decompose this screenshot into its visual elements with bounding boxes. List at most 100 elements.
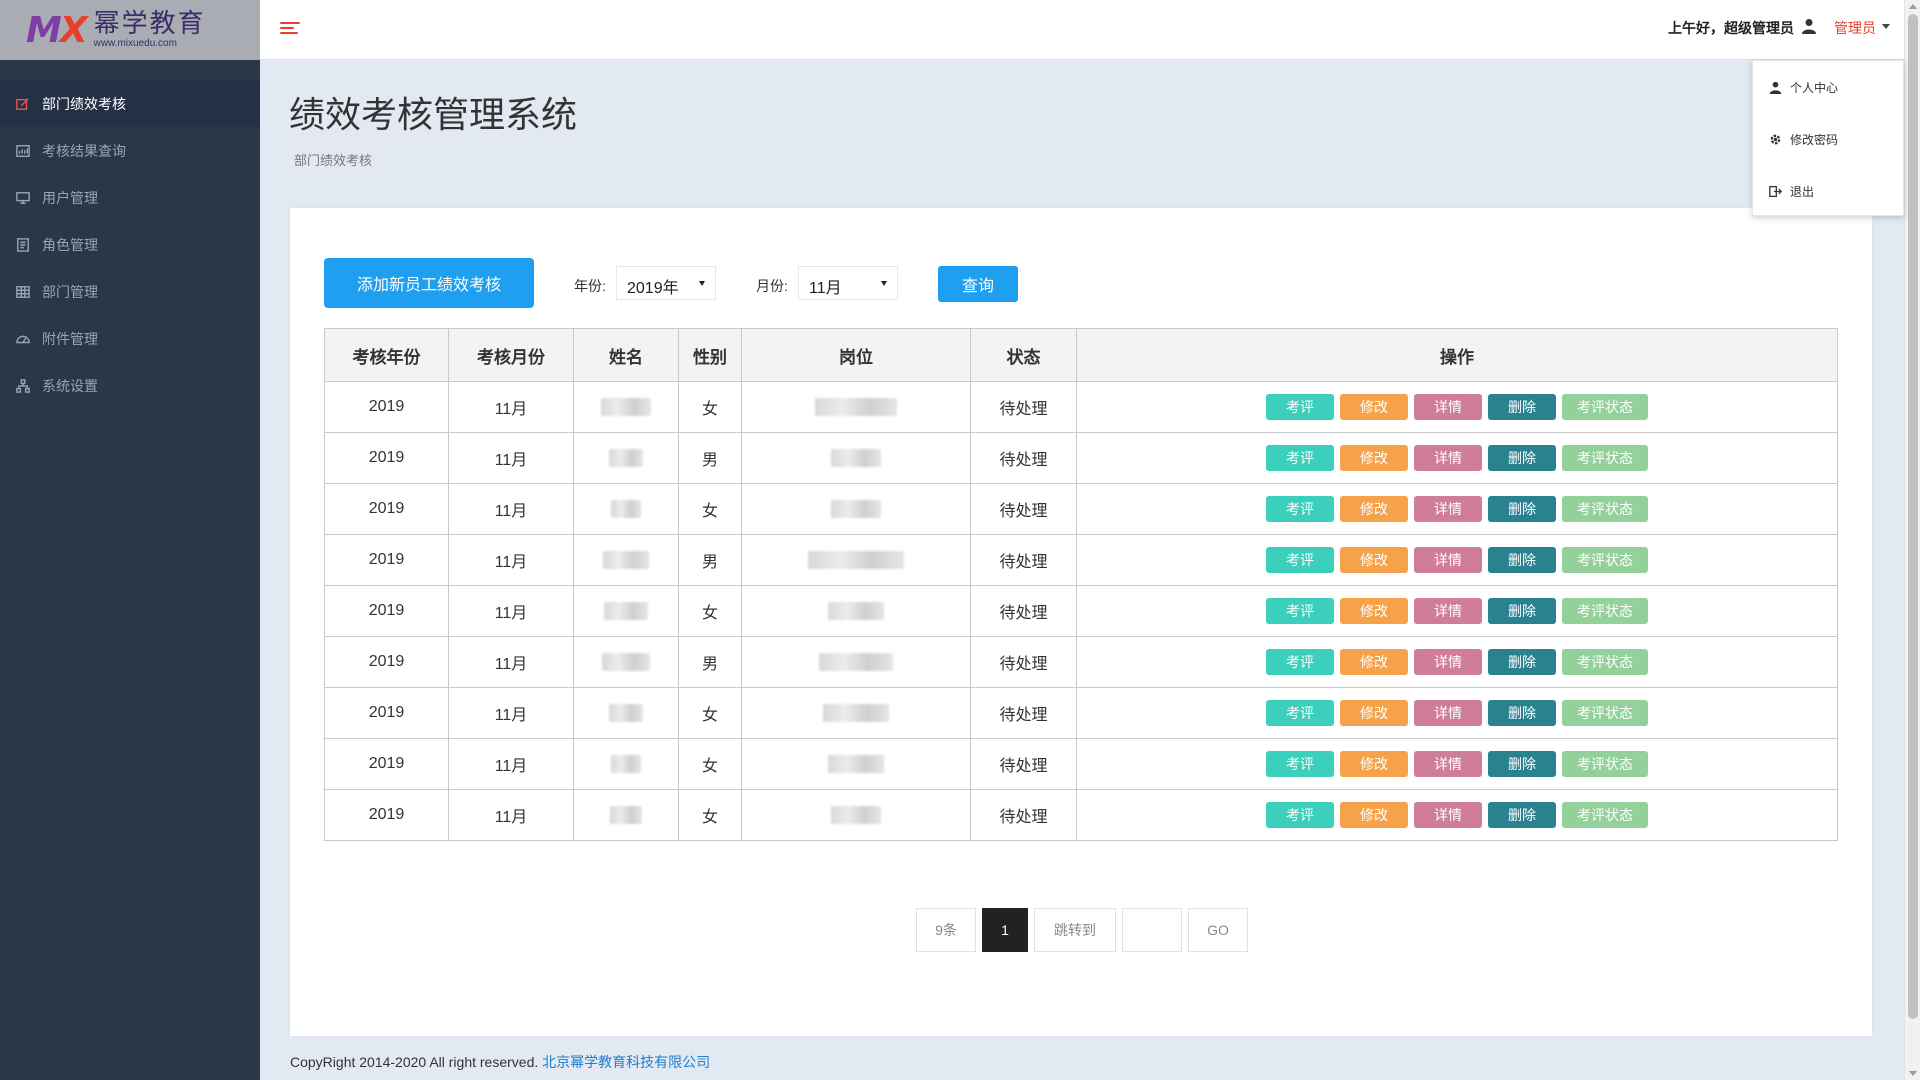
cell-year: 2019	[324, 432, 449, 484]
evaluate-button[interactable]: 考评	[1266, 598, 1334, 624]
detail-button[interactable]: 详情	[1414, 496, 1482, 522]
evaluate-button[interactable]: 考评	[1266, 496, 1334, 522]
month-select[interactable]: 11月	[798, 266, 898, 300]
detail-button[interactable]: 详情	[1414, 547, 1482, 573]
dropdown-label: 个人中心	[1790, 80, 1839, 95]
page-scrollbar[interactable]	[1904, 0, 1920, 1080]
evaluate-button[interactable]: 考评	[1266, 547, 1334, 573]
logo-mark: MX	[26, 10, 88, 51]
detail-button[interactable]: 详情	[1414, 598, 1482, 624]
sidebar-item-2[interactable]: 考核结果查询	[0, 127, 260, 174]
scroll-down-icon[interactable]	[1909, 1071, 1917, 1076]
cell-month: 11月	[448, 534, 574, 586]
delete-button[interactable]: 删除	[1488, 649, 1556, 675]
logo[interactable]: MX 幂学教育 www.mixuedu.com	[0, 0, 260, 60]
sidebar-item-4[interactable]: 角色管理	[0, 221, 260, 268]
evaluation-status-button[interactable]: 考评状态	[1562, 547, 1648, 573]
evaluation-status-button[interactable]: 考评状态	[1562, 496, 1648, 522]
delete-button[interactable]: 删除	[1488, 802, 1556, 828]
dropdown-item-logout[interactable]: 退出	[1753, 165, 1903, 217]
year-select[interactable]: 2019年	[616, 266, 716, 300]
col-header-name: 姓名	[573, 328, 679, 382]
menu-toggle-icon[interactable]	[280, 22, 300, 38]
delete-button[interactable]: 删除	[1488, 445, 1556, 471]
edit-button[interactable]: 修改	[1340, 649, 1408, 675]
dropdown-item-profile[interactable]: 个人中心	[1753, 61, 1903, 113]
query-button[interactable]: 查询	[938, 266, 1018, 302]
scroll-up-icon[interactable]	[1909, 4, 1917, 9]
sidebar-item-7[interactable]: 系统设置	[0, 362, 260, 409]
cell-position	[741, 381, 971, 433]
cell-name	[573, 738, 679, 790]
cell-status: 待处理	[970, 432, 1077, 484]
pagination-go-button[interactable]: GO	[1188, 908, 1248, 952]
cell-gender: 女	[678, 483, 742, 535]
evaluation-status-button[interactable]: 考评状态	[1562, 598, 1648, 624]
scrollbar-thumb[interactable]	[1908, 14, 1918, 1019]
redacted-name	[601, 397, 651, 416]
sidebar-item-5[interactable]: 部门管理	[0, 268, 260, 315]
evaluation-status-button[interactable]: 考评状态	[1562, 700, 1648, 726]
evaluate-button[interactable]: 考评	[1266, 445, 1334, 471]
evaluation-status-button[interactable]: 考评状态	[1562, 802, 1648, 828]
sidebar-item-6[interactable]: 附件管理	[0, 315, 260, 362]
cell-actions: 考评 修改 详情 删除 考评状态	[1076, 687, 1838, 739]
evaluation-status-button[interactable]: 考评状态	[1562, 751, 1648, 777]
breadcrumb[interactable]: 部门绩效考核	[294, 150, 372, 169]
evaluation-status-button[interactable]: 考评状态	[1562, 445, 1648, 471]
pagination-jump-input[interactable]	[1122, 908, 1182, 952]
detail-button[interactable]: 详情	[1414, 751, 1482, 777]
delete-button[interactable]: 删除	[1488, 547, 1556, 573]
redacted-name	[603, 550, 649, 569]
detail-button[interactable]: 详情	[1414, 802, 1482, 828]
edit-button[interactable]: 修改	[1340, 394, 1408, 420]
evaluate-button[interactable]: 考评	[1266, 394, 1334, 420]
evaluate-button[interactable]: 考评	[1266, 649, 1334, 675]
company-link[interactable]: 北京幂学教育科技有限公司	[542, 1054, 710, 1070]
edit-button[interactable]: 修改	[1340, 445, 1408, 471]
detail-button[interactable]: 详情	[1414, 445, 1482, 471]
cell-actions: 考评 修改 详情 删除 考评状态	[1076, 636, 1838, 688]
edit-button[interactable]: 修改	[1340, 700, 1408, 726]
edit-button[interactable]: 修改	[1340, 802, 1408, 828]
delete-button[interactable]: 删除	[1488, 598, 1556, 624]
cell-year: 2019	[324, 636, 449, 688]
evaluation-status-button[interactable]: 考评状态	[1562, 394, 1648, 420]
sidebar-item-1[interactable]: 部门绩效考核	[0, 80, 260, 127]
cell-year: 2019	[324, 381, 449, 433]
sidebar-item-3[interactable]: 用户管理	[0, 174, 260, 221]
pagination-total: 9条	[916, 908, 976, 952]
detail-button[interactable]: 详情	[1414, 394, 1482, 420]
edit-button[interactable]: 修改	[1340, 547, 1408, 573]
evaluate-button[interactable]: 考评	[1266, 751, 1334, 777]
evaluation-status-button[interactable]: 考评状态	[1562, 649, 1648, 675]
table-row: 2019 11月女待处理 考评 修改 详情 删除 考评状态	[324, 687, 1838, 739]
cell-month: 11月	[448, 789, 574, 841]
pagination: 9条 1 跳转到 GO	[916, 908, 1254, 952]
delete-button[interactable]: 删除	[1488, 700, 1556, 726]
bar-chart-icon	[16, 144, 30, 158]
pagination-jump-label: 跳转到	[1034, 908, 1116, 952]
pagination-page-1[interactable]: 1	[982, 908, 1028, 952]
user-menu-toggle[interactable]: 管理员	[1834, 18, 1876, 38]
cell-position	[741, 534, 971, 586]
detail-button[interactable]: 详情	[1414, 649, 1482, 675]
edit-button[interactable]: 修改	[1340, 751, 1408, 777]
col-header-gender: 性别	[678, 328, 742, 382]
detail-button[interactable]: 详情	[1414, 700, 1482, 726]
evaluation-table: 考核年份 考核月份 姓名 性别 岗位 状态 操作 2019 11月女待处理 考评 修改…	[324, 328, 1838, 841]
evaluate-button[interactable]: 考评	[1266, 802, 1334, 828]
delete-button[interactable]: 删除	[1488, 751, 1556, 777]
delete-button[interactable]: 删除	[1488, 496, 1556, 522]
dropdown-item-change-password[interactable]: 修改密码	[1753, 113, 1903, 165]
add-employee-evaluation-button[interactable]: 添加新员工绩效考核	[324, 258, 534, 308]
delete-button[interactable]: 删除	[1488, 394, 1556, 420]
chevron-down-icon[interactable]	[1882, 24, 1890, 29]
user-dropdown: 个人中心 修改密码 退出	[1752, 60, 1904, 216]
evaluate-button[interactable]: 考评	[1266, 700, 1334, 726]
user-icon	[1769, 81, 1782, 94]
edit-button[interactable]: 修改	[1340, 598, 1408, 624]
table-row: 2019 11月女待处理 考评 修改 详情 删除 考评状态	[324, 738, 1838, 790]
edit-button[interactable]: 修改	[1340, 496, 1408, 522]
gear-icon	[1770, 134, 1781, 144]
